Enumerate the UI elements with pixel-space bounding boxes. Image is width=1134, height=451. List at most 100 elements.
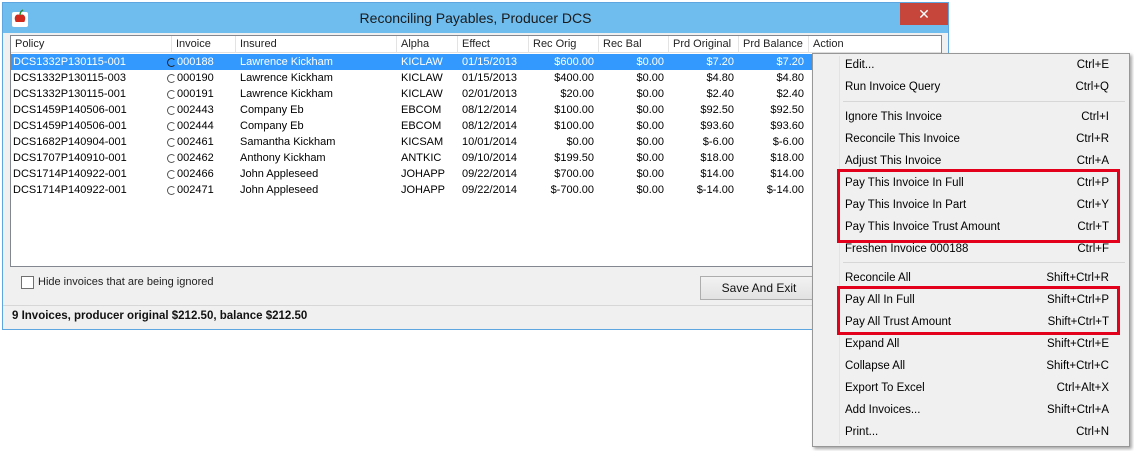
menu-item-shortcut: Ctrl+Q (1075, 81, 1109, 93)
table-row[interactable]: DCS1682P140904-001 002461 Samantha Kickham… (11, 134, 941, 150)
cell-effect: 10/01/2014 (462, 136, 518, 148)
cell-effect: 08/12/2014 (462, 120, 518, 132)
cell-invoice: 000190 (177, 72, 214, 84)
cell-rec-orig: $100.00 (554, 104, 594, 116)
menu-separator (843, 101, 1125, 102)
cell-prd-original: $2.40 (706, 88, 734, 100)
table-row[interactable]: DCS1707P140910-001 002462 Anthony Kickham A… (11, 150, 941, 166)
cell-alpha: KICLAW (401, 56, 443, 68)
menu-item-reconcile-all[interactable]: Reconcile All Shift+Ctrl+R (815, 268, 1127, 290)
menu-item-pay-this-invoice-in-part[interactable]: Pay This Invoice In Part Ctrl+Y (815, 195, 1127, 217)
column-header-prd-original[interactable]: Prd Original (669, 36, 739, 53)
column-header-prd-balance[interactable]: Prd Balance (739, 36, 809, 53)
cell-rec-orig: $-700.00 (550, 184, 594, 196)
close-icon: ✕ (918, 6, 930, 22)
menu-item-pay-this-invoice-in-full[interactable]: Pay This Invoice In Full Ctrl+P (815, 173, 1127, 195)
menu-item-freshen-invoice-000188[interactable]: Freshen Invoice 000188 Ctrl+F (815, 239, 1127, 261)
menu-item-expand-all[interactable]: Expand All Shift+Ctrl+E (815, 334, 1127, 356)
menu-item-pay-all-in-full[interactable]: Pay All In Full Shift+Ctrl+P (815, 290, 1127, 312)
cell-policy: DCS1459P140506-001 (13, 104, 127, 116)
column-header-alpha[interactable]: Alpha (397, 36, 458, 53)
cell-insured: Lawrence Kickham (240, 88, 333, 100)
cell-prd-balance: $93.60 (770, 120, 804, 132)
column-header-insured[interactable]: Insured (236, 36, 397, 53)
menu-item-collapse-all[interactable]: Collapse All Shift+Ctrl+C (815, 356, 1127, 378)
cell-rec-orig: $100.00 (554, 120, 594, 132)
title-bar: Reconciling Payables, Producer DCS ✕ (3, 3, 948, 33)
menu-item-shortcut: Ctrl+P (1076, 177, 1109, 189)
menu-item-pay-this-invoice-trust-amount[interactable]: Pay This Invoice Trust Amount Ctrl+T (815, 217, 1127, 239)
cell-prd-balance: $18.00 (770, 152, 804, 164)
column-header-rec-orig[interactable]: Rec Orig (529, 36, 599, 53)
menu-item-shortcut: Shift+Ctrl+E (1047, 338, 1109, 350)
table-row[interactable]: DCS1332P130115-001 000191 Lawrence Kickham… (11, 86, 941, 102)
table-row[interactable]: DCS1459P140506-001 002443 Company Eb EBCOM 0… (11, 102, 941, 118)
cell-invoice: 002461 (177, 136, 214, 148)
cell-rec-bal: $0.00 (636, 152, 664, 164)
cell-insured: Company Eb (240, 120, 304, 132)
table-row[interactable]: DCS1714P140922-001 002466 John Appleseed JO… (11, 166, 941, 182)
menu-item-add-invoices[interactable]: Add Invoices... Shift+Ctrl+A (815, 400, 1127, 422)
cell-policy: DCS1707P140910-001 (13, 152, 127, 164)
menu-item-export-to-excel[interactable]: Export To Excel Ctrl+Alt+X (815, 378, 1127, 400)
invoice-grid[interactable]: Policy Invoice Insured Alpha Effect Rec … (10, 35, 942, 267)
cell-effect: 09/22/2014 (462, 168, 518, 180)
cell-prd-balance: $4.80 (776, 72, 804, 84)
cell-rec-bal: $0.00 (636, 184, 664, 196)
menu-item-shortcut: Ctrl+A (1076, 155, 1109, 167)
column-header-policy[interactable]: Policy (11, 36, 172, 53)
menu-item-label: Pay All Trust Amount (845, 316, 952, 328)
window-title: Reconciling Payables, Producer DCS (359, 10, 592, 26)
cell-policy: DCS1332P130115-003 (13, 72, 126, 84)
table-row[interactable]: DCS1332P130115-001 000188 Lawrence Kickham… (11, 54, 941, 70)
menu-item-label: Pay This Invoice In Full (845, 177, 964, 189)
menu-item-shortcut: Shift+Ctrl+R (1046, 272, 1109, 284)
table-row[interactable]: DCS1332P130115-003 000190 Lawrence Kickham… (11, 70, 941, 86)
cell-rec-orig: $0.00 (566, 136, 594, 148)
menu-item-print[interactable]: Print... Ctrl+N (815, 422, 1127, 444)
cell-insured: John Appleseed (240, 184, 319, 196)
menu-item-shortcut: Ctrl+I (1081, 111, 1109, 123)
menu-item-shortcut: Ctrl+Alt+X (1056, 382, 1109, 394)
column-header-rec-bal[interactable]: Rec Bal (599, 36, 669, 53)
cell-policy: DCS1332P130115-001 (13, 56, 126, 68)
cell-insured: Company Eb (240, 104, 304, 116)
cell-policy: DCS1332P130115-001 (13, 88, 126, 100)
menu-item-shortcut: Ctrl+N (1076, 426, 1109, 438)
menu-item-label: Pay This Invoice Trust Amount (845, 221, 1001, 233)
menu-item-edit[interactable]: Edit... Ctrl+E (815, 55, 1127, 77)
cell-alpha: JOHAPP (401, 184, 446, 196)
cell-invoice: 002443 (177, 104, 214, 116)
cell-insured: John Appleseed (240, 168, 319, 180)
column-header-effect[interactable]: Effect (458, 36, 529, 53)
cell-rec-bal: $0.00 (636, 56, 664, 68)
cell-alpha: KICSAM (401, 136, 444, 148)
cell-alpha: KICLAW (401, 72, 443, 84)
cell-rec-bal: $0.00 (636, 104, 664, 116)
table-row[interactable]: DCS1459P140506-001 002444 Company Eb EBCOM 0… (11, 118, 941, 134)
menu-item-adjust-this-invoice[interactable]: Adjust This Invoice Ctrl+A (815, 151, 1127, 173)
cell-invoice: 002444 (177, 120, 214, 132)
column-header-action[interactable]: Action (809, 36, 941, 53)
menu-item-pay-all-trust-amount[interactable]: Pay All Trust Amount Shift+Ctrl+T (815, 312, 1127, 334)
cell-effect: 02/01/2013 (462, 88, 518, 100)
status-bar: 9 Invoices, producer original $212.50, b… (3, 305, 948, 329)
cell-prd-balance: $2.40 (776, 88, 804, 100)
menu-item-ignore-this-invoice[interactable]: Ignore This Invoice Ctrl+I (815, 107, 1127, 129)
cell-policy: DCS1714P140922-001 (13, 168, 127, 180)
menu-item-run-invoice-query[interactable]: Run Invoice Query Ctrl+Q (815, 77, 1127, 99)
cell-rec-orig: $700.00 (554, 168, 594, 180)
save-and-exit-button[interactable]: Save And Exit (700, 276, 818, 300)
menu-item-shortcut: Ctrl+F (1077, 243, 1109, 255)
close-button[interactable]: ✕ (900, 3, 948, 25)
hide-ignored-label: Hide invoices that are being ignored (38, 276, 214, 288)
table-row[interactable]: DCS1714P140922-001 002471 John Appleseed JO… (11, 182, 941, 198)
cell-policy: DCS1459P140506-001 (13, 120, 127, 132)
context-menu: Edit... Ctrl+E Run Invoice Query Ctrl+Q Igno… (812, 53, 1130, 447)
menu-item-shortcut: Shift+Ctrl+T (1047, 316, 1109, 328)
column-header-invoice[interactable]: Invoice (172, 36, 236, 53)
hide-ignored-checkbox[interactable] (21, 276, 34, 289)
cell-policy: DCS1682P140904-001 (13, 136, 127, 148)
menu-item-reconcile-this-invoice[interactable]: Reconcile This Invoice Ctrl+R (815, 129, 1127, 151)
menu-item-shortcut: Shift+Ctrl+C (1046, 360, 1109, 372)
